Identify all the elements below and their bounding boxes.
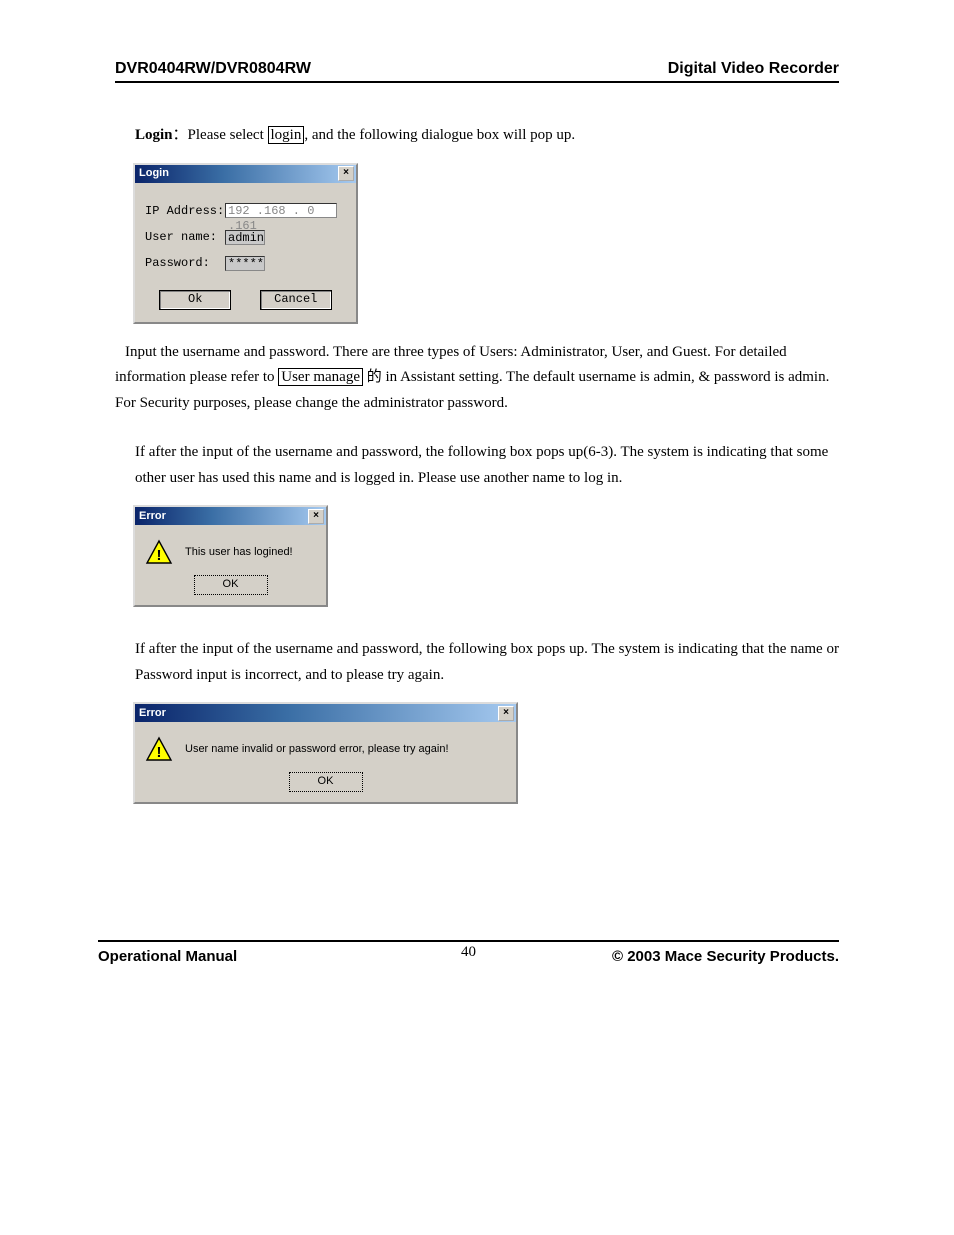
paragraph-3: If after the input of the username and p… (115, 440, 839, 491)
page-footer: Operational Manual 40 © 2003 Mace Securi… (98, 948, 839, 965)
document-body: Login：Please select login, and the follo… (115, 83, 839, 804)
close-icon[interactable]: × (338, 166, 354, 181)
footer-right: © 2003 Mace Security Products. (612, 948, 839, 965)
login-dialog: Login × IP Address: 192 .168 . 0 .161 Us… (133, 163, 358, 324)
login-dialog-title: Login (139, 164, 169, 183)
paragraph-4: If after the input of the username and p… (115, 637, 839, 688)
password-input[interactable]: ***** (225, 256, 265, 271)
page-number: 40 (461, 944, 476, 961)
svg-text:!: ! (157, 547, 162, 564)
error1-titlebar: Error × (135, 507, 326, 525)
ok-button[interactable]: OK (194, 575, 268, 595)
login-button-row: Ok Cancel (145, 290, 346, 310)
user-manage-boxed: User manage (278, 368, 363, 386)
error2-titlebar: Error × (135, 704, 516, 722)
warning-icon: ! (145, 736, 173, 762)
login-dialog-body: IP Address: 192 .168 . 0 .161 User name:… (135, 183, 356, 322)
login-bold: Login (135, 127, 173, 143)
paragraph-2: Input the username and password. There a… (115, 340, 839, 417)
footer-divider (98, 940, 839, 942)
username-row: User name: admin (145, 227, 346, 247)
svg-text:!: ! (157, 744, 162, 761)
error1-button-row: OK (135, 569, 326, 605)
error2-button-row: OK (135, 766, 516, 802)
warning-icon: ! (145, 539, 173, 565)
colon: ： (173, 127, 188, 143)
login-text2: , and the following dialogue box will po… (304, 127, 575, 143)
ip-address-input[interactable]: 192 .168 . 0 .161 (225, 203, 337, 218)
header-right: Digital Video Recorder (668, 60, 839, 78)
login-boxed-word: login (268, 126, 305, 144)
password-label: Password: (145, 253, 225, 273)
login-intro-paragraph: Login：Please select login, and the follo… (115, 123, 839, 149)
ip-address-row: IP Address: 192 .168 . 0 .161 (145, 201, 346, 221)
error-dialog-2: Error × ! User name invalid or password … (133, 702, 518, 804)
password-row: Password: ***** (145, 253, 346, 273)
ip-address-label: IP Address: (145, 201, 225, 221)
cancel-button[interactable]: Cancel (260, 290, 332, 310)
error2-title: Error (139, 704, 166, 723)
close-icon[interactable]: × (308, 509, 324, 524)
page-header: DVR0404RW/DVR0804RW Digital Video Record… (115, 60, 839, 83)
username-input[interactable]: admin (225, 230, 265, 245)
login-titlebar: Login × (135, 165, 356, 183)
ok-button[interactable]: OK (289, 772, 363, 792)
error-dialog-1: Error × ! This user has logined! OK (133, 505, 328, 607)
ok-button[interactable]: Ok (159, 290, 231, 310)
error1-message: This user has logined! (185, 543, 293, 562)
error1-title: Error (139, 507, 166, 526)
error1-body: ! This user has logined! (135, 525, 326, 569)
username-label: User name: (145, 227, 225, 247)
login-text1: Please select (188, 127, 268, 143)
error2-body: ! User name invalid or password error, p… (135, 722, 516, 766)
footer-left: Operational Manual (98, 948, 237, 965)
close-icon[interactable]: × (498, 706, 514, 721)
error2-message: User name invalid or password error, ple… (185, 740, 449, 759)
header-left: DVR0404RW/DVR0804RW (115, 60, 311, 78)
